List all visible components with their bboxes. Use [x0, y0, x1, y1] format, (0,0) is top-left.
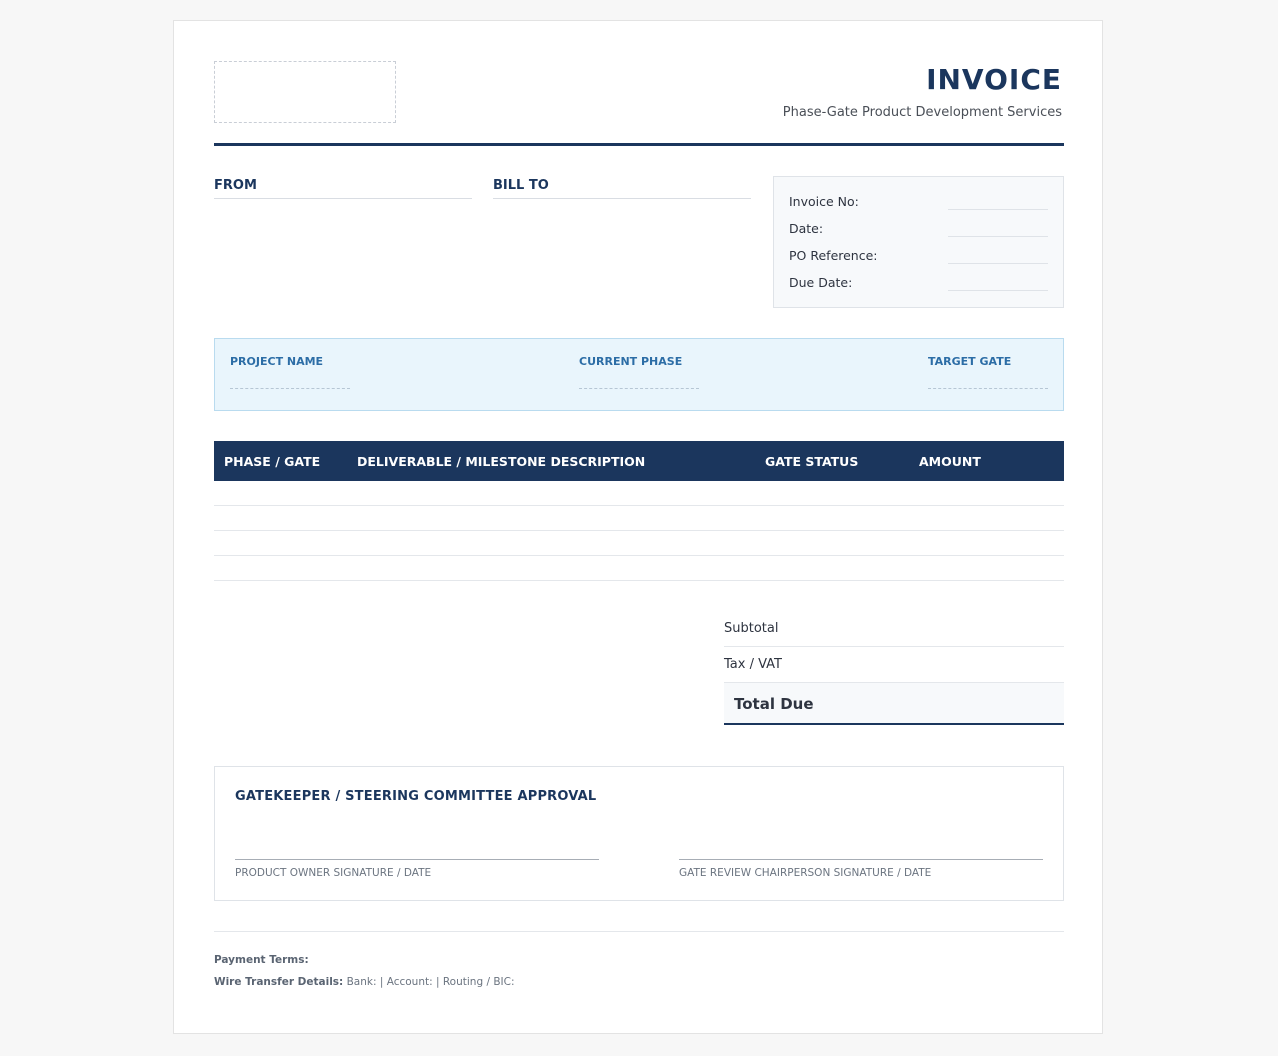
- date-row: Date:: [789, 221, 1048, 248]
- tax-label: Tax / VAT: [724, 657, 782, 672]
- po-reference-label: PO Reference:: [789, 248, 878, 263]
- col-amount: AMOUNT: [919, 454, 981, 469]
- target-gate-field: TARGET GATE: [928, 355, 1048, 389]
- table-row[interactable]: [214, 555, 1064, 556]
- from-heading: FROM: [214, 178, 472, 199]
- approval-section: GATEKEEPER / STEERING COMMITTEE APPROVAL…: [214, 766, 1064, 901]
- current-phase-field: CURRENT PHASE: [579, 355, 699, 389]
- subtotal-row: Subtotal: [724, 621, 1064, 636]
- invoice-page: INVOICE Phase-Gate Product Development S…: [173, 20, 1103, 1034]
- invoice-no-field[interactable]: [948, 209, 1048, 210]
- chairperson-signature-label: GATE REVIEW CHAIRPERSON SIGNATURE / DATE: [679, 867, 932, 879]
- invoice-meta-box: Invoice No: Date: PO Reference: Due Date…: [773, 176, 1064, 308]
- line-items-header: PHASE / GATE DELIVERABLE / MILESTONE DES…: [214, 441, 1064, 481]
- wire-transfer-details: Wire Transfer Details: Bank: | Account: …: [214, 976, 515, 988]
- product-owner-signature-label: PRODUCT OWNER SIGNATURE / DATE: [235, 867, 432, 879]
- target-gate-label: TARGET GATE: [928, 355, 1012, 368]
- invoice-subtitle: Phase-Gate Product Development Services: [782, 105, 1062, 120]
- project-name-label: PROJECT NAME: [230, 355, 324, 368]
- due-date-row: Due Date:: [789, 275, 1048, 302]
- header-divider: [214, 143, 1064, 146]
- total-due-row: Total Due: [724, 683, 1064, 725]
- col-deliverable: DELIVERABLE / MILESTONE DESCRIPTION: [357, 454, 646, 469]
- current-phase-input[interactable]: [579, 388, 699, 389]
- table-row[interactable]: [214, 505, 1064, 506]
- payment-terms: Payment Terms:: [214, 954, 309, 966]
- subtotal-divider: [724, 646, 1064, 647]
- target-gate-input[interactable]: [928, 388, 1048, 389]
- payment-terms-label: Payment Terms:: [214, 954, 309, 966]
- wire-transfer-label: Wire Transfer Details:: [214, 976, 344, 988]
- total-due-label: Total Due: [734, 695, 814, 713]
- due-date-label: Due Date:: [789, 275, 853, 290]
- invoice-no-row: Invoice No:: [789, 194, 1048, 221]
- table-row[interactable]: [214, 580, 1064, 581]
- invoice-no-label: Invoice No:: [789, 194, 859, 209]
- approval-title: GATEKEEPER / STEERING COMMITTEE APPROVAL: [235, 789, 597, 804]
- subtotal-label: Subtotal: [724, 621, 779, 636]
- po-reference-field[interactable]: [948, 263, 1048, 264]
- logo-placeholder: [214, 61, 396, 123]
- table-row[interactable]: [214, 530, 1064, 531]
- col-gate-status: GATE STATUS: [765, 454, 859, 469]
- project-info-band: PROJECT NAME CURRENT PHASE TARGET GATE: [214, 338, 1064, 411]
- wire-transfer-value: Bank: | Account: | Routing / BIC:: [346, 976, 515, 988]
- po-reference-row: PO Reference:: [789, 248, 1048, 275]
- product-owner-signature-line[interactable]: [235, 859, 599, 860]
- col-phase-gate: PHASE / GATE: [224, 454, 321, 469]
- bill-to-heading: BILL TO: [493, 178, 751, 199]
- date-field[interactable]: [948, 236, 1048, 237]
- project-name-field: PROJECT NAME: [230, 355, 350, 389]
- chairperson-signature-line[interactable]: [679, 859, 1043, 860]
- project-name-input[interactable]: [230, 388, 350, 389]
- due-date-field[interactable]: [948, 290, 1048, 291]
- invoice-title: INVOICE: [926, 63, 1062, 96]
- date-label: Date:: [789, 221, 824, 236]
- footer-divider: [214, 931, 1064, 932]
- tax-row: Tax / VAT: [724, 657, 1064, 672]
- current-phase-label: CURRENT PHASE: [579, 355, 683, 368]
